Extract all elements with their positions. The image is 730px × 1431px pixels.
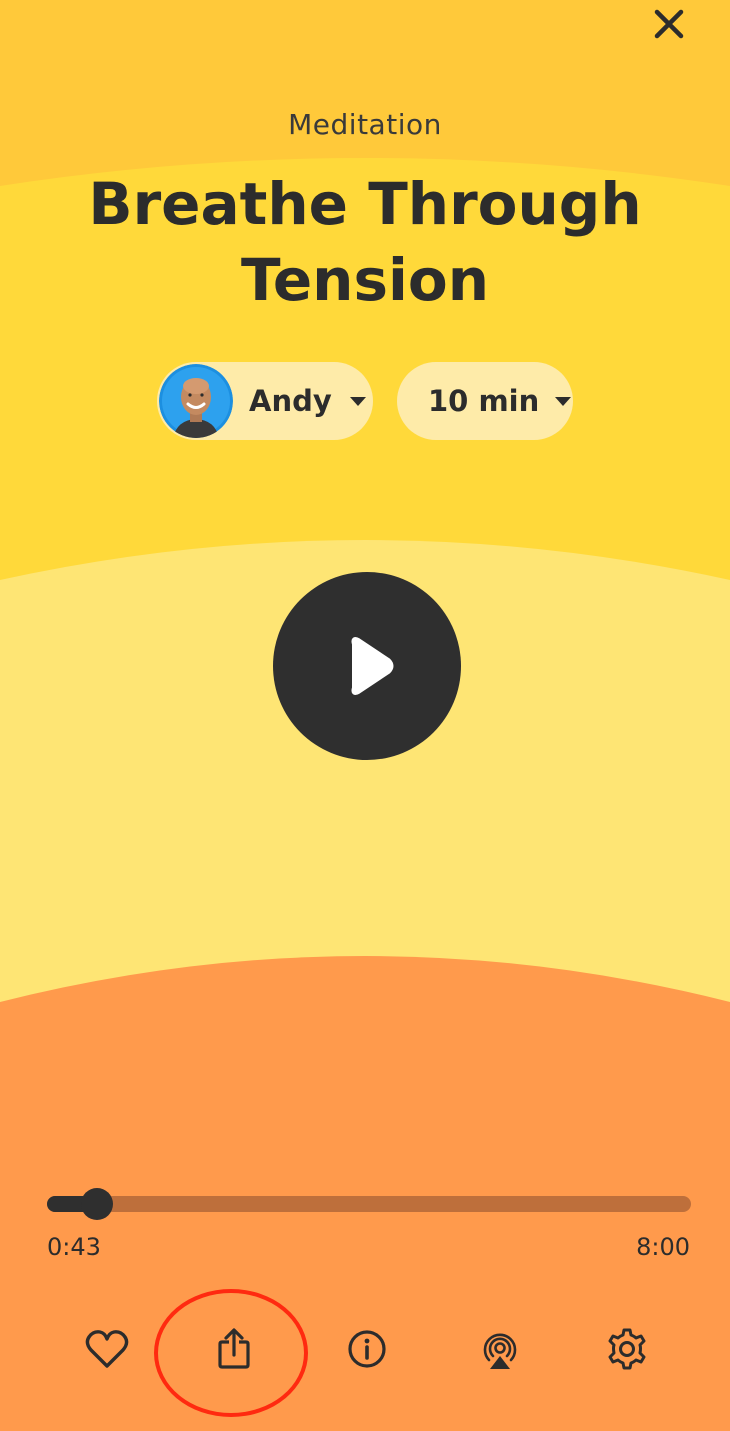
teacher-avatar	[159, 364, 233, 438]
progress-slider[interactable]	[47, 1188, 691, 1220]
play-icon	[351, 637, 394, 695]
favorite-button[interactable]	[77, 1320, 137, 1378]
chevron-down-icon	[349, 396, 366, 406]
settings-button[interactable]	[597, 1320, 657, 1378]
player-screen: Meditation Breathe Through Tension Andy …	[0, 0, 730, 1431]
info-icon	[348, 1330, 386, 1368]
close-button[interactable]	[646, 4, 692, 44]
gear-icon	[608, 1328, 646, 1370]
chevron-down-icon	[555, 396, 572, 406]
share-button[interactable]	[204, 1320, 264, 1378]
session-title: Breathe Through Tension	[88, 170, 642, 314]
info-button[interactable]	[337, 1320, 397, 1378]
total-time: 8:00	[636, 1233, 690, 1261]
elapsed-time: 0:43	[47, 1233, 101, 1261]
duration-label: 10 min	[428, 384, 540, 418]
play-button[interactable]	[273, 572, 461, 760]
airplay-icon	[483, 1333, 517, 1369]
share-icon	[218, 1328, 250, 1369]
teacher-name: Andy	[249, 384, 332, 418]
close-icon	[654, 9, 684, 39]
duration-selector[interactable]: 10 min	[397, 362, 573, 440]
category-label: Meditation	[288, 108, 442, 141]
airplay-button[interactable]	[470, 1320, 530, 1378]
heart-icon	[85, 1330, 129, 1368]
progress-thumb[interactable]	[81, 1188, 114, 1220]
teacher-selector[interactable]: Andy	[157, 362, 373, 440]
